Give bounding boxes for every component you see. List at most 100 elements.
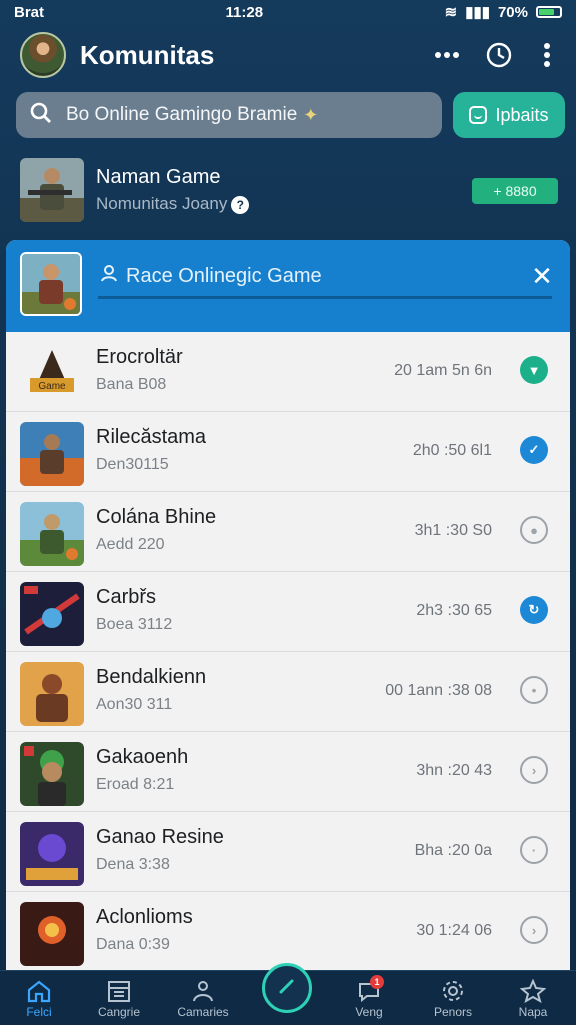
carrier-text: Brat — [14, 3, 45, 21]
game-time: Bha :20 0a — [414, 842, 492, 859]
circle-status-icon[interactable]: · — [520, 836, 548, 864]
game-time: 3hn :20 43 — [416, 762, 492, 779]
game-thumbnail — [20, 742, 84, 806]
gear-icon — [440, 979, 466, 1003]
smile-icon — [469, 106, 488, 124]
list-item[interactable]: Gakaoenh Eroad 8:21 3hn :20 43 › — [6, 732, 570, 812]
close-icon[interactable]: ✕ — [526, 260, 558, 292]
nav-label: Napa — [518, 1005, 548, 1019]
nav-label: Camaries — [177, 1005, 229, 1019]
game-thumbnail: Game — [20, 342, 84, 406]
nav-item-chat[interactable]: 1 Veng — [334, 975, 404, 1019]
panel-title: Race Onlinegic Game — [100, 264, 322, 288]
list-item[interactable]: Game Erocroltär Bana B08 20 1am 5n 6n ▼ — [6, 332, 570, 412]
game-thumbnail — [20, 582, 84, 646]
game-title: Bendalkienn — [96, 666, 207, 688]
game-title: Erocroltär — [96, 346, 183, 368]
game-time: 3h1 :30 S0 — [414, 522, 492, 539]
refresh-status-icon[interactable]: ↻ — [520, 596, 548, 624]
list-item[interactable]: Bendalkienn Aon30 311 00 1ann :38 08 • — [6, 652, 570, 732]
game-thumbnail — [20, 902, 84, 966]
more-vertical-icon[interactable] — [532, 40, 562, 70]
avatar[interactable] — [20, 32, 66, 78]
panel-title-text: Race Onlinegic Game — [126, 264, 322, 287]
list-item[interactable]: Rilecăstama Den30115 2h0 :50 6l1 ✓ — [6, 412, 570, 492]
nav-item-settings[interactable]: Penors — [418, 979, 488, 1019]
status-bar: Brat 11:28 ≋ ▮▮▮ 70% — [0, 0, 576, 24]
signal-icon: ▮▮▮ — [465, 4, 490, 21]
battery-icon — [536, 6, 562, 18]
nav-label: Felci — [26, 1005, 52, 1019]
game-subtitle: Dana 0:39 — [96, 936, 170, 953]
game-thumbnail — [20, 822, 84, 886]
game-time: 2h3 :30 65 — [416, 602, 492, 619]
join-label: Ipbaits — [495, 104, 549, 125]
history-icon[interactable] — [484, 40, 514, 70]
game-list-panel: Race Onlinegic Game ✕ Game Erocroltär Ba… — [6, 240, 570, 970]
play-status-icon[interactable]: › — [520, 756, 548, 784]
join-button[interactable]: Ipbaits — [453, 92, 565, 138]
game-subtitle: Dena 3:38 — [96, 856, 170, 873]
nav-item-star[interactable]: Napa — [498, 978, 568, 1019]
panel-thumbnail — [20, 252, 82, 316]
game-title: Aclonlioms — [96, 906, 193, 928]
divider — [98, 296, 552, 299]
game-thumbnail — [20, 662, 84, 726]
sparkle-icon: ✦ — [303, 104, 319, 125]
featured-thumbnail — [20, 158, 84, 222]
chevron-status-icon[interactable]: › — [520, 916, 548, 944]
game-title: Colána Bhine — [96, 506, 217, 528]
home-icon — [26, 979, 52, 1003]
game-thumbnail — [20, 502, 84, 566]
game-subtitle: Aon30 311 — [96, 696, 173, 713]
game-subtitle: Aedd 220 — [96, 536, 165, 553]
shield-status-icon[interactable]: ▼ — [520, 356, 548, 384]
game-title: Rilecăstama — [96, 426, 207, 448]
featured-subtitle: Nomunitas Joany? — [96, 194, 250, 214]
battery-percent: 70% — [497, 3, 528, 21]
bottom-nav: Felci Cangrie Camaries 1 Veng Penors Nap… — [0, 963, 576, 1025]
search-input[interactable]: Bo Online Gamingo Bramie ✦ — [16, 92, 442, 138]
nav-item-calendar[interactable]: Cangrie — [84, 979, 154, 1019]
game-subtitle: Den30115 — [96, 456, 169, 473]
status-icons: ≋ ▮▮▮ 70% — [445, 3, 562, 21]
chat-icon: 1 — [356, 975, 384, 1003]
page-title: Komunitas — [80, 40, 215, 70]
check-status-icon[interactable]: ✓ — [520, 436, 548, 464]
people-icon — [190, 979, 216, 1003]
svg-text:Game: Game — [38, 381, 66, 392]
panel-header: Race Onlinegic Game ✕ — [6, 240, 570, 332]
nav-label: Veng — [355, 1005, 383, 1019]
game-list: Game Erocroltär Bana B08 20 1am 5n 6n ▼ … — [6, 332, 570, 970]
game-title: Ganao Resine — [96, 826, 224, 848]
notification-badge: 1 — [370, 975, 384, 989]
game-title: Carbřs — [96, 586, 157, 608]
list-item[interactable]: Carbřs Boea 3112 2h3 :30 65 ↻ — [6, 572, 570, 652]
list-item[interactable]: Colána Bhine Aedd 220 3h1 :30 S0 ● — [6, 492, 570, 572]
calendar-icon — [106, 979, 132, 1003]
game-subtitle: Eroad 8:21 — [96, 776, 175, 793]
game-thumbnail — [20, 422, 84, 486]
game-time: 00 1ann :38 08 — [385, 682, 492, 699]
clock: 11:28 — [225, 3, 264, 21]
pencil-icon — [276, 975, 298, 1002]
compose-button[interactable] — [262, 963, 312, 1013]
game-time: 30 1:24 06 — [416, 922, 492, 939]
wifi-icon: ≋ — [444, 4, 458, 21]
circle-status-icon[interactable]: • — [520, 676, 548, 704]
nav-item-people[interactable]: Camaries — [168, 979, 238, 1019]
nav-label: Cangrie — [97, 1005, 141, 1019]
circle-status-icon[interactable]: ● — [520, 516, 548, 544]
nav-item-home[interactable]: Felci — [4, 979, 74, 1019]
count-badge[interactable]: + 8880 — [472, 178, 558, 204]
game-title: Gakaoenh — [96, 746, 189, 768]
game-subtitle: Bana B08 — [96, 376, 167, 393]
star-icon — [519, 978, 547, 1004]
more-horizontal-icon[interactable] — [432, 40, 462, 70]
list-item[interactable]: Ganao Resine Dena 3:38 Bha :20 0a · — [6, 812, 570, 892]
featured-game[interactable]: Naman Game Nomunitas Joany? + 8880 — [0, 148, 576, 234]
info-icon: ? — [231, 196, 250, 214]
app-header: Komunitas — [0, 28, 576, 84]
featured-title: Naman Game — [96, 166, 221, 188]
list-item[interactable]: Aclonlioms Dana 0:39 30 1:24 06 › — [6, 892, 570, 970]
